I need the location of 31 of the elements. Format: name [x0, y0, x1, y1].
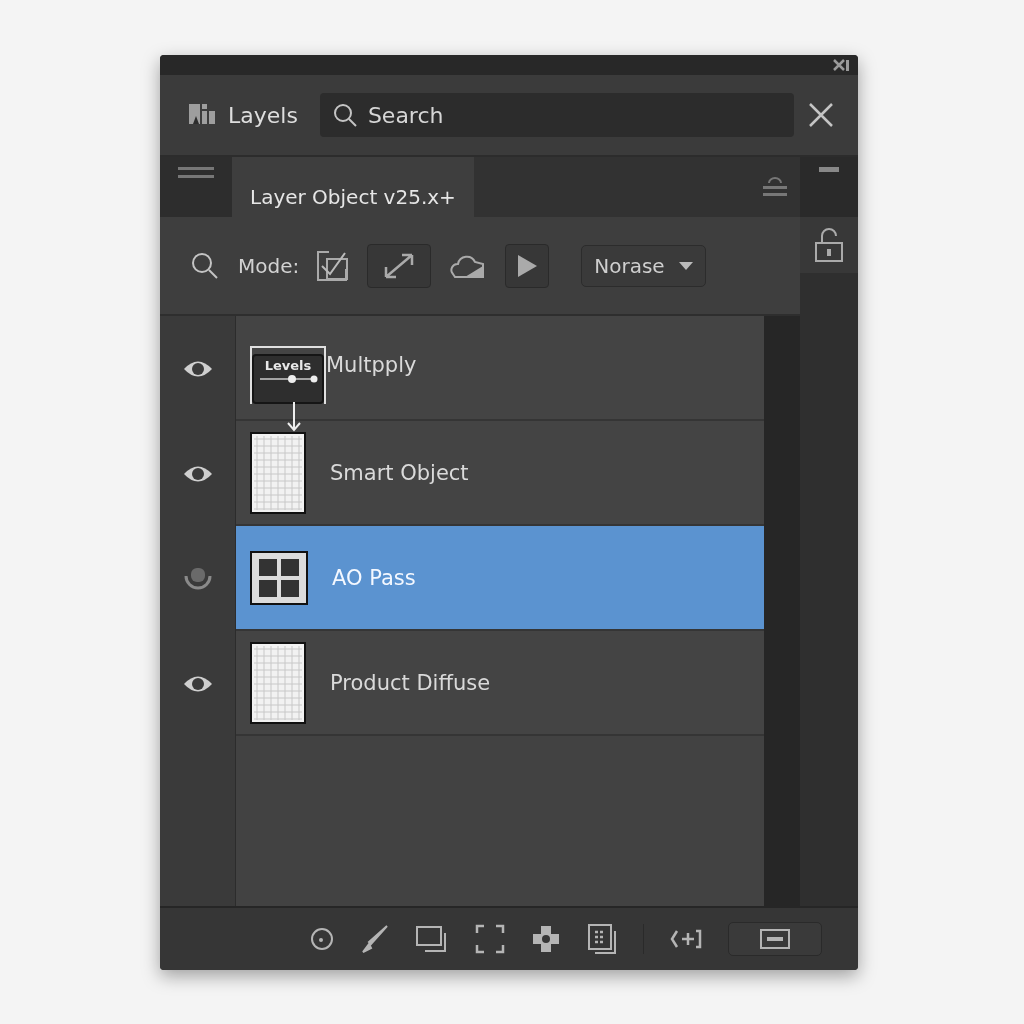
visibility-toggle-icon[interactable] — [182, 565, 213, 592]
caret-icon — [678, 261, 693, 270]
minimize-icon — [819, 167, 839, 173]
layer-name: AO Pass — [332, 565, 416, 590]
search-field[interactable]: Search — [319, 93, 794, 137]
lock-icon — [814, 227, 844, 263]
menu-icon — [177, 166, 215, 180]
remove-button[interactable] — [728, 922, 822, 956]
tab[interactable]: Layer Object v25.x+ — [232, 157, 474, 217]
duplicate-icon[interactable] — [415, 925, 449, 953]
close-icon — [832, 58, 850, 72]
slider-icon — [258, 372, 318, 385]
layer-thumbnail — [250, 550, 308, 605]
layer-name: Product Diffuse — [330, 670, 491, 695]
panel-title: Layels — [228, 102, 298, 128]
stack-icon — [762, 175, 788, 199]
document-stack-icon[interactable] — [587, 923, 617, 955]
mode-label: Mode: — [238, 253, 300, 278]
search-icon — [331, 102, 358, 128]
circle-icon[interactable] — [309, 926, 335, 952]
move-icon[interactable] — [531, 924, 561, 954]
layer-name: Smart Object — [330, 460, 469, 485]
blend-mode-dropdown[interactable]: Norase — [581, 244, 706, 287]
arrow-icon — [286, 401, 302, 432]
add-icon[interactable] — [670, 928, 702, 950]
transform-button[interactable] — [367, 243, 432, 288]
layer-name: Multpply — [326, 352, 417, 377]
play-button[interactable] — [505, 243, 550, 288]
selection-icon[interactable] — [475, 924, 505, 954]
brush-icon[interactable] — [361, 924, 389, 954]
minus-box-icon — [759, 928, 791, 950]
